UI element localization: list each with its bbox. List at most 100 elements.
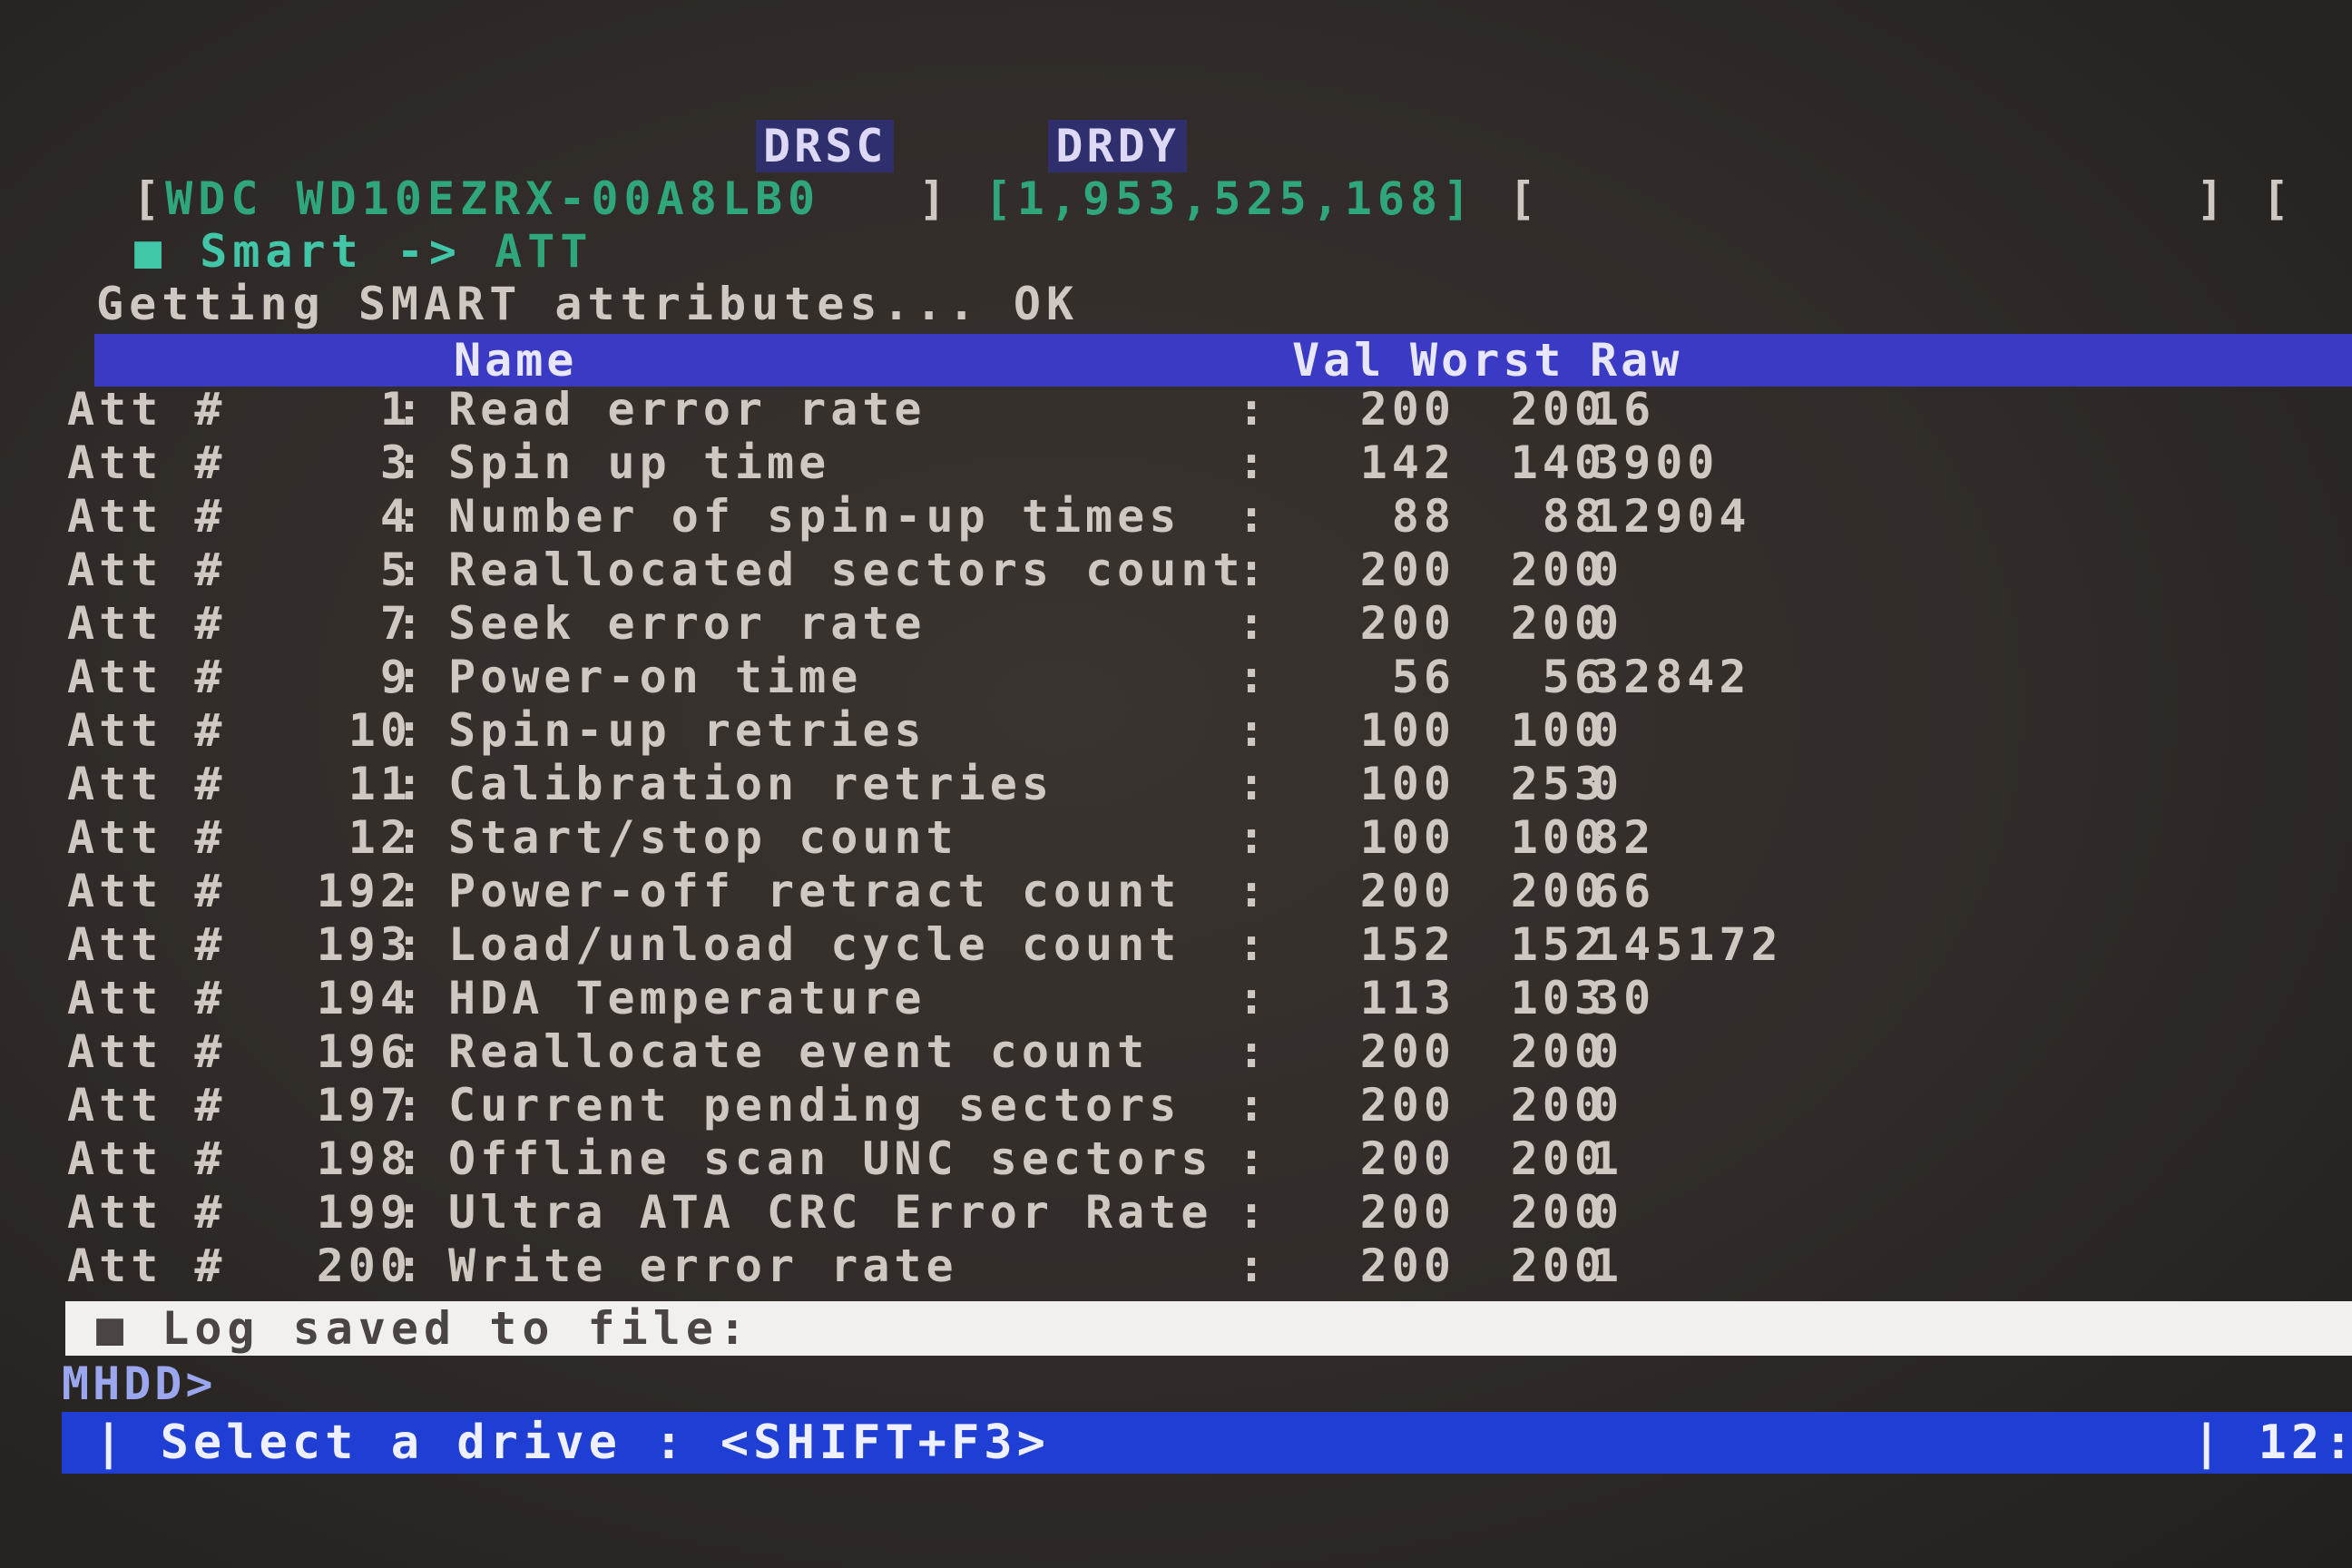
att-raw: 12904 bbox=[1592, 490, 1751, 543]
header-name: Name bbox=[454, 334, 578, 387]
att-prefix: Att # bbox=[67, 383, 227, 436]
separator: : bbox=[396, 758, 428, 810]
att-raw: 0 bbox=[1592, 1025, 1624, 1078]
select-drive-hint: | Select a drive : <SHIFT+F3> bbox=[94, 1416, 1050, 1470]
att-name: Offline scan UNC sectors bbox=[448, 1132, 1213, 1185]
att-worst: 200 bbox=[1510, 1240, 1606, 1292]
att-prefix: Att # bbox=[67, 436, 227, 489]
drive-separator: ] bbox=[820, 172, 952, 225]
att-id: 198 bbox=[316, 1132, 412, 1185]
separator: : bbox=[396, 383, 428, 436]
separator: : bbox=[396, 490, 428, 543]
bullet-icon: ■ bbox=[96, 1302, 130, 1355]
drive-status-flags: DRSC DRDY bbox=[756, 120, 1187, 172]
att-name: Power-on time bbox=[448, 651, 863, 703]
att-id: 3 bbox=[379, 436, 412, 489]
header-worst: Worst bbox=[1410, 334, 1565, 387]
att-name: Calibration retries bbox=[448, 758, 1054, 810]
separator: : bbox=[1238, 651, 1270, 703]
drive-capacity: [1,953,525,168] bbox=[984, 172, 1476, 225]
log-bar: ■ Log saved to file: bbox=[65, 1301, 2352, 1356]
breadcrumb: ■ Smart -> ATT bbox=[134, 225, 593, 278]
bullet-icon: ■ bbox=[134, 225, 168, 278]
separator: : bbox=[1238, 865, 1270, 917]
att-prefix: Att # bbox=[67, 651, 227, 703]
drive-info-line: [WDC WD10EZRX-00A8LB0 ] [1,953,525,168] … bbox=[132, 172, 2295, 225]
att-raw: 0 bbox=[1592, 544, 1624, 596]
command-prompt[interactable]: MHDD> bbox=[62, 1357, 217, 1410]
att-prefix: Att # bbox=[67, 865, 227, 917]
att-raw: 16 bbox=[1592, 383, 1656, 436]
separator: : bbox=[396, 704, 428, 757]
att-worst: 200 bbox=[1510, 1132, 1606, 1185]
att-worst: 140 bbox=[1510, 436, 1606, 489]
att-raw: 0 bbox=[1592, 597, 1624, 650]
att-raw: 66 bbox=[1592, 865, 1656, 917]
separator: : bbox=[396, 1132, 428, 1185]
separator: : bbox=[396, 597, 428, 650]
att-prefix: Att # bbox=[67, 597, 227, 650]
att-name: Ultra ATA CRC Error Rate bbox=[448, 1186, 1213, 1239]
att-raw: 3900 bbox=[1592, 436, 1720, 489]
att-id: 192 bbox=[316, 865, 412, 917]
flag-drsc: DRSC bbox=[756, 120, 895, 172]
att-id: 194 bbox=[316, 972, 412, 1024]
att-name: Number of spin-up times bbox=[448, 490, 1181, 543]
separator: : bbox=[1238, 490, 1270, 543]
att-id: 10 bbox=[348, 704, 412, 757]
separator: : bbox=[1238, 1186, 1270, 1239]
att-name: Reallocated sectors count bbox=[448, 544, 1245, 596]
att-prefix: Att # bbox=[67, 918, 227, 971]
att-raw: 82 bbox=[1592, 811, 1656, 864]
clock: | 12:1 bbox=[2192, 1416, 2352, 1470]
mhdd-screen: DRSC DRDY [WDC WD10EZRX-00A8LB0 ] [1,953,… bbox=[0, 0, 2352, 1568]
att-prefix: Att # bbox=[67, 1240, 227, 1292]
att-worst: 103 bbox=[1510, 972, 1606, 1024]
att-name: Power-off retract count bbox=[448, 865, 1181, 917]
separator: : bbox=[396, 1240, 428, 1292]
table-header: Name Val Worst Raw bbox=[94, 334, 2352, 387]
att-name: Spin up time bbox=[448, 436, 831, 489]
separator: : bbox=[396, 918, 428, 971]
separator: : bbox=[396, 1186, 428, 1239]
separator: : bbox=[396, 1025, 428, 1078]
att-prefix: Att # bbox=[67, 1079, 227, 1132]
att-worst: 88 bbox=[1542, 490, 1606, 543]
log-text: Log saved to file: bbox=[162, 1302, 752, 1355]
att-prefix: Att # bbox=[67, 1132, 227, 1185]
att-name: Current pending sectors bbox=[448, 1079, 1181, 1132]
separator: : bbox=[1238, 972, 1270, 1024]
att-id: 4 bbox=[379, 490, 412, 543]
att-worst: 200 bbox=[1510, 544, 1606, 596]
att-worst: 56 bbox=[1542, 651, 1606, 703]
att-raw: 0 bbox=[1592, 1186, 1624, 1239]
status-message: Getting SMART attributes... OK bbox=[96, 278, 1080, 330]
separator: : bbox=[396, 651, 428, 703]
att-id: 7 bbox=[379, 597, 412, 650]
att-name: HDA Temperature bbox=[448, 972, 926, 1024]
header-val: Val bbox=[1292, 334, 1386, 387]
att-prefix: Att # bbox=[67, 704, 227, 757]
att-id: 12 bbox=[348, 811, 412, 864]
att-raw: 1 bbox=[1592, 1132, 1624, 1185]
att-id: 5 bbox=[379, 544, 412, 596]
drive-trailing-fields: [ ] [ bbox=[1508, 172, 2295, 225]
att-id: 1 bbox=[379, 383, 412, 436]
separator: : bbox=[1238, 544, 1270, 596]
header-raw: Raw bbox=[1590, 334, 1683, 387]
drive-open-bracket: [ bbox=[132, 172, 166, 225]
att-prefix: Att # bbox=[67, 1186, 227, 1239]
separator: : bbox=[1238, 1025, 1270, 1078]
att-id: 11 bbox=[348, 758, 412, 810]
att-name: Write error rate bbox=[448, 1240, 958, 1292]
att-raw: 30 bbox=[1592, 972, 1656, 1024]
separator: : bbox=[1238, 918, 1270, 971]
breadcrumb-smart: Smart -> bbox=[200, 225, 463, 278]
att-worst: 200 bbox=[1510, 597, 1606, 650]
att-raw: 145172 bbox=[1592, 918, 1783, 971]
att-name: Start/stop count bbox=[448, 811, 958, 864]
att-prefix: Att # bbox=[67, 758, 227, 810]
separator: : bbox=[396, 811, 428, 864]
att-worst: 200 bbox=[1510, 1025, 1606, 1078]
separator: : bbox=[1238, 1240, 1270, 1292]
